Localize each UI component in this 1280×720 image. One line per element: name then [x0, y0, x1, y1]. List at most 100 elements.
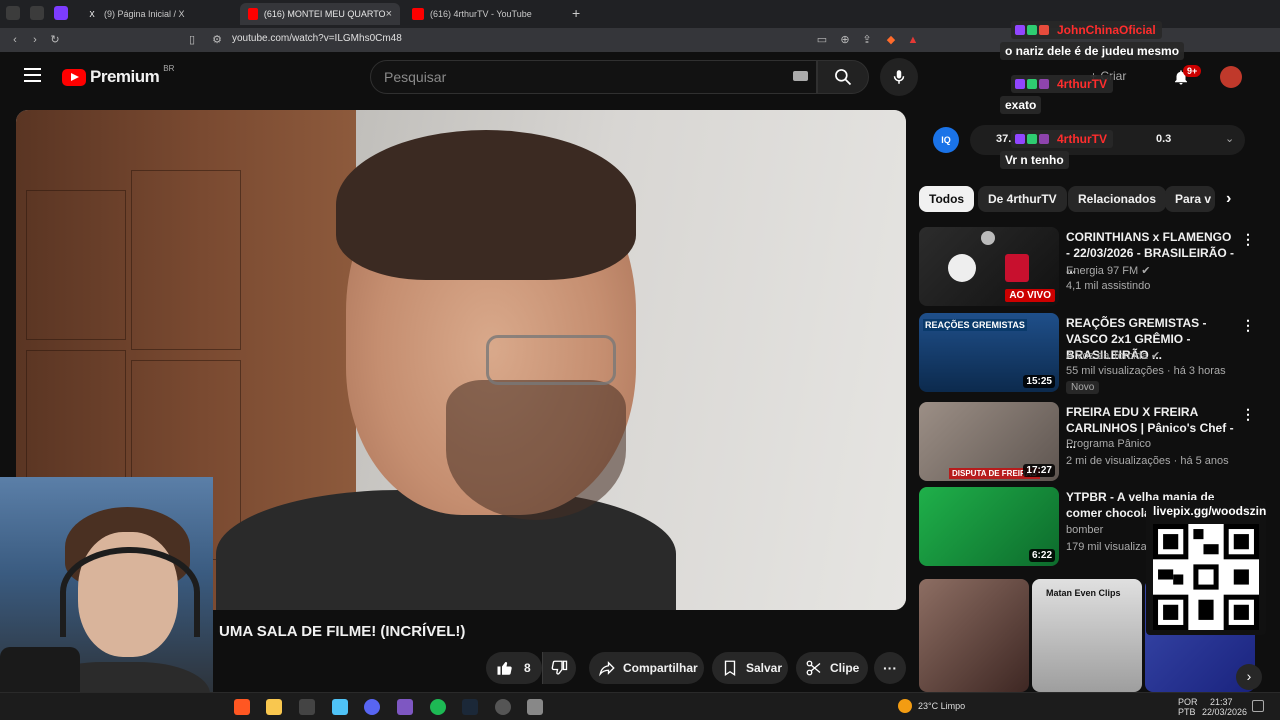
scissors-icon	[806, 660, 821, 676]
short-thumbnail[interactable]: Matan Even Clips	[1032, 579, 1142, 692]
taskbar: 23°C Limpo POR PTB 21:37 22/03/2026	[0, 692, 1280, 720]
clip-button[interactable]: Clipe	[796, 652, 868, 684]
qr-code-icon	[1153, 524, 1259, 630]
app-icon[interactable]	[299, 699, 315, 715]
iq-extension-icon[interactable]: IQ	[933, 127, 959, 153]
sub-badge-icon	[1027, 134, 1037, 144]
recommendation-item[interactable]: AO VIVO CORINTHIANS x FLAMENGO - 22/03/2…	[919, 227, 1264, 307]
back-icon[interactable]: ‹	[8, 33, 22, 47]
twitch-badge-icon	[1015, 134, 1025, 144]
recommendation-meta: 179 mil visualiza	[1066, 541, 1147, 553]
more-vert-icon[interactable]: ⋮	[1241, 406, 1255, 423]
search-input[interactable]	[384, 69, 764, 85]
qr-label: livepix.gg/woodszin	[1153, 504, 1267, 518]
mic-icon	[893, 70, 905, 84]
tab-channel[interactable]: (616) 4rthurTV - YouTube	[404, 3, 564, 25]
video-thumbnail[interactable]: AO VIVO	[919, 227, 1059, 306]
weather-icon	[898, 699, 912, 713]
new-tab-icon[interactable]: +	[572, 5, 580, 21]
broadcaster-badge-icon	[1039, 79, 1049, 89]
chat-message: o nariz dele é de judeu mesmo	[1000, 42, 1185, 60]
more-vert-icon[interactable]: ⋮	[1241, 231, 1255, 248]
spotify-icon[interactable]	[430, 699, 446, 715]
forward-icon[interactable]: ›	[28, 33, 42, 47]
search-icon	[835, 69, 852, 86]
chat-username: 4rthurTV	[1011, 130, 1114, 148]
recommendation-item[interactable]: REAÇÕES GREMISTAS 15:25 REAÇÕES GREMISTA…	[919, 313, 1264, 394]
next-shorts-button[interactable]: ›	[1236, 664, 1262, 690]
chevron-down-icon[interactable]: ⌄	[1225, 132, 1234, 145]
video-thumbnail[interactable]: REAÇÕES GREMISTAS 15:25	[919, 313, 1059, 392]
chevron-right-icon[interactable]: ›	[1226, 190, 1231, 208]
tab-x[interactable]: X (9) Página Inicial / X	[78, 3, 238, 25]
video-thumbnail[interactable]: DISPUTA DE FREIRAS 17:27	[919, 402, 1059, 481]
bookmark-icon[interactable]: ▯	[185, 33, 199, 47]
video-thumbnail[interactable]: 6:22	[919, 487, 1059, 566]
search-button[interactable]	[817, 60, 869, 94]
recommendation-item[interactable]: DISPUTA DE FREIRAS 17:27 FREIRA EDU X FR…	[919, 402, 1264, 482]
mic-button[interactable]	[880, 58, 918, 96]
chip-related[interactable]: Relacionados	[1068, 186, 1167, 212]
steam-icon[interactable]	[462, 699, 478, 715]
verified-icon: ✔	[1150, 350, 1161, 362]
brave-rewards-icon[interactable]: ▲	[906, 33, 920, 47]
dislike-button[interactable]	[542, 652, 576, 684]
save-button[interactable]: Salvar	[712, 652, 788, 684]
share-icon[interactable]: ⇪	[860, 33, 874, 47]
more-vert-icon[interactable]: ⋮	[1241, 317, 1255, 334]
duration-badge: 15:25	[1023, 375, 1055, 388]
youtube-logo[interactable]: Premium BR	[62, 64, 174, 87]
channel-name[interactable]: bomber	[1066, 524, 1103, 536]
close-tab-icon[interactable]: ×	[386, 8, 392, 20]
channel-name[interactable]: Programa Pânico	[1066, 438, 1151, 450]
zoom-icon[interactable]: ⊕	[838, 33, 852, 47]
like-button[interactable]: 8	[486, 652, 542, 684]
avatar[interactable]	[1220, 66, 1242, 88]
brave-icon[interactable]	[6, 6, 20, 20]
twitch-icon[interactable]	[54, 6, 68, 20]
recommendation-meta: 2 mi de visualizações · há 5 anos	[1066, 455, 1229, 467]
tab-current-video[interactable]: (616) MONTEI MEU QUARTO ×	[240, 3, 400, 25]
sub-badge-icon	[1027, 79, 1037, 89]
notification-center-icon[interactable]	[1252, 700, 1264, 712]
brave-shield-icon[interactable]: ◆	[884, 33, 898, 47]
channel-name[interactable]: A Voz da Torcida ✔	[1066, 349, 1160, 362]
discord-icon[interactable]	[364, 699, 380, 715]
app-icon[interactable]	[527, 699, 543, 715]
pinned-tab-icon[interactable]	[30, 6, 44, 20]
chip-for-you[interactable]: Para v	[1165, 186, 1215, 212]
brave-taskbar-icon[interactable]	[234, 699, 250, 715]
bookmark-icon	[724, 660, 736, 677]
clock-date[interactable]: 22/03/2026	[1202, 707, 1247, 717]
clock-time[interactable]: 21:37	[1210, 697, 1233, 707]
weather-text[interactable]: 23°C Limpo	[918, 701, 965, 711]
share-button[interactable]: Compartilhar	[589, 652, 704, 684]
site-info-icon[interactable]: ⚙	[210, 33, 224, 47]
obs-icon[interactable]	[495, 699, 511, 715]
corinthians-crest	[948, 254, 976, 282]
short-thumbnail[interactable]	[919, 579, 1029, 692]
flamengo-crest	[1005, 254, 1029, 282]
more-actions-button[interactable]: ···	[874, 652, 906, 684]
thumbs-down-icon	[551, 660, 568, 675]
cast-icon[interactable]: ▭	[815, 33, 829, 47]
chip-channel[interactable]: De 4rthurTV	[978, 186, 1067, 212]
recommendation-meta: 55 mil visualizações · há 3 horas	[1066, 365, 1226, 377]
youtube-icon	[248, 8, 258, 20]
menu-icon[interactable]	[24, 68, 41, 82]
url-field[interactable]: youtube.com/watch?v=ILGMhs0Cm48	[232, 33, 402, 44]
chat-username: JohnChinaOficial	[1011, 21, 1162, 39]
duration-badge: 6:22	[1028, 549, 1055, 562]
search-box[interactable]	[370, 60, 817, 94]
chat-message: Vr n tenho	[1000, 151, 1069, 169]
keyboard-icon[interactable]	[793, 71, 808, 81]
chip-all[interactable]: Todos	[919, 186, 975, 212]
folder-icon[interactable]	[266, 699, 282, 715]
channel-name[interactable]: Energia 97 FM ✔	[1066, 264, 1150, 277]
reload-icon[interactable]: ↻	[48, 33, 62, 47]
recommendation-meta: 4,1 mil assistindo	[1066, 280, 1151, 292]
app-icon[interactable]	[397, 699, 413, 715]
youtube-play-icon	[62, 68, 86, 86]
league-icon	[981, 231, 995, 245]
notepad-icon[interactable]	[332, 699, 348, 715]
